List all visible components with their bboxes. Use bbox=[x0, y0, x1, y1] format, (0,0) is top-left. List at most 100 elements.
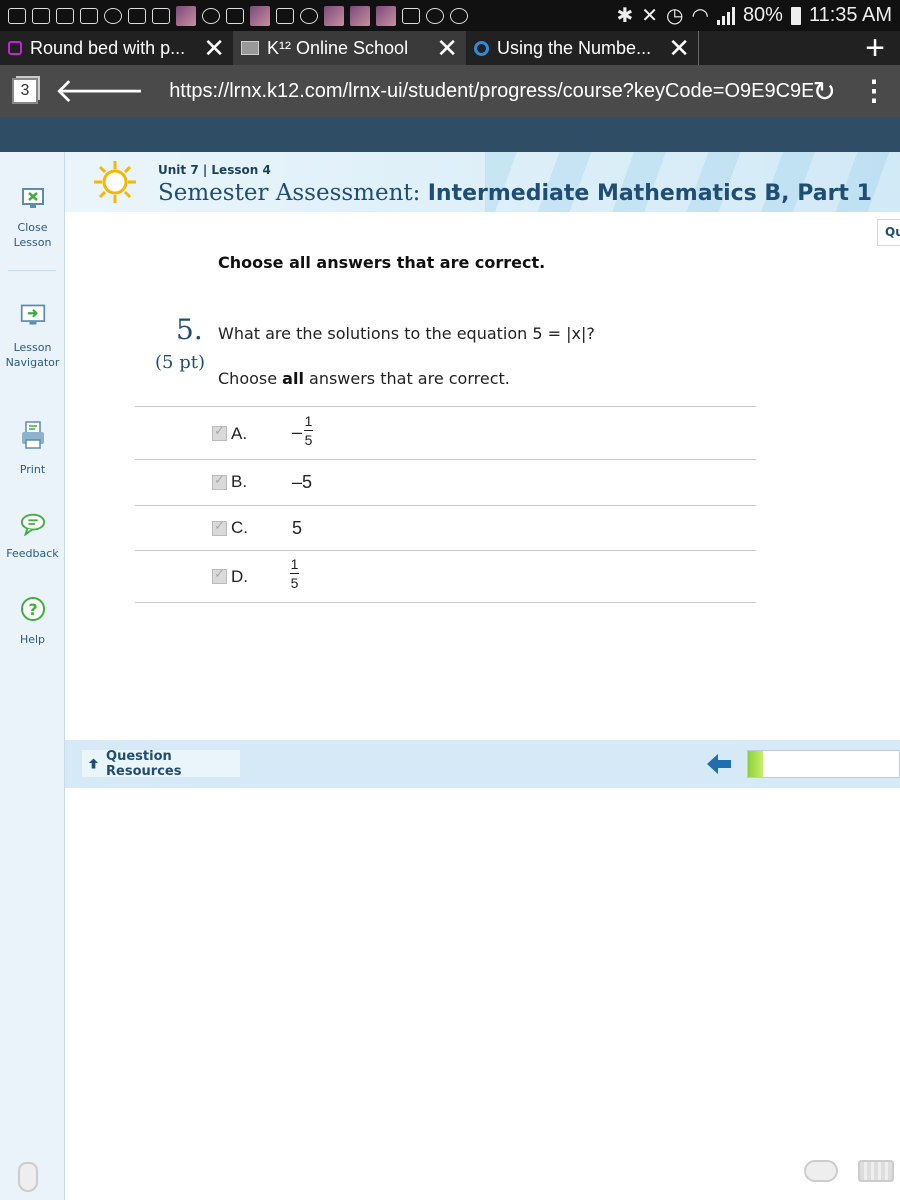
fraction-denominator: 5 bbox=[304, 432, 313, 448]
progress-fill bbox=[748, 751, 764, 777]
info-icon bbox=[426, 7, 444, 24]
gamepad-icon[interactable] bbox=[804, 1160, 838, 1182]
print-label: Print bbox=[19, 463, 46, 476]
fraction-bar bbox=[304, 430, 313, 431]
lesson-navigator-label-2: Navigator bbox=[5, 356, 60, 369]
app-icon bbox=[128, 7, 146, 24]
key-icon bbox=[226, 7, 244, 24]
side-panel-tab[interactable]: Qu bbox=[877, 219, 900, 246]
answer-choice-c[interactable]: C. 5 bbox=[135, 506, 756, 552]
photo-thumbnail-icon bbox=[176, 5, 196, 26]
photo-thumbnail-icon bbox=[250, 5, 270, 26]
tab-round-bed[interactable]: Round bed with p... ✕ bbox=[0, 31, 233, 65]
divider bbox=[8, 270, 56, 271]
tab-switcher-button[interactable]: 3 bbox=[12, 78, 38, 104]
image-icon bbox=[56, 7, 74, 24]
checkbox-c[interactable] bbox=[212, 519, 227, 536]
tab-title: Using the Numbe... bbox=[497, 37, 652, 58]
checkbox-a[interactable] bbox=[212, 424, 227, 441]
more-icon bbox=[8, 7, 26, 24]
answer-choice-a[interactable]: A. – 1 5 bbox=[135, 410, 756, 456]
signal-icon bbox=[716, 6, 735, 25]
photo-thumbnail-icon bbox=[376, 5, 396, 26]
print-button[interactable]: Print bbox=[0, 420, 65, 477]
wifi-icon: ◠ bbox=[691, 5, 709, 27]
tab-bar: Round bed with p... ✕ K¹² Online School … bbox=[0, 29, 900, 68]
answer-choice-b[interactable]: B. –5 bbox=[135, 460, 756, 506]
tab-title: K¹² Online School bbox=[267, 37, 409, 58]
close-lesson-icon bbox=[20, 188, 46, 210]
clock: 11:35 AM bbox=[808, 4, 892, 26]
tab-k12[interactable]: K¹² Online School ✕ bbox=[233, 31, 466, 65]
feedback-button[interactable]: Feedback bbox=[0, 512, 65, 561]
question-subinstruction: Choose all answers that are correct. bbox=[218, 369, 510, 388]
assessment-label: Semester Assessment: bbox=[158, 180, 421, 206]
sub-suffix: answers that are correct. bbox=[303, 369, 510, 388]
overflow-menu-icon[interactable]: ⋮ bbox=[860, 77, 888, 105]
question-points: (5 pt) bbox=[155, 352, 205, 373]
status-bar: ✱ ✕ ◷ ◠ 80% 11:35 AM bbox=[0, 0, 900, 31]
printer-icon bbox=[20, 420, 46, 450]
c-icon bbox=[450, 7, 468, 24]
divider bbox=[135, 550, 756, 551]
question-number: 5. bbox=[176, 313, 203, 346]
close-lesson-button[interactable]: Close Lesson bbox=[0, 188, 65, 250]
app-top-band bbox=[0, 117, 900, 152]
help-button[interactable]: ? Help bbox=[0, 596, 65, 647]
question-resources-button[interactable]: Question Resources bbox=[82, 748, 240, 779]
bluetooth-icon: ✱ bbox=[616, 5, 634, 27]
mouse-icon bbox=[18, 1162, 38, 1192]
fraction-numerator: 1 bbox=[290, 556, 299, 572]
question-resources-label: Question Resources bbox=[106, 748, 182, 779]
checkbox-d[interactable] bbox=[212, 567, 227, 584]
url-field[interactable]: https://lrnx.k12.com/lrnx-ui/student/pro… bbox=[169, 80, 812, 103]
close-tab-icon[interactable]: ✕ bbox=[436, 35, 458, 61]
close-lesson-label-1: Close bbox=[17, 221, 48, 234]
fraction-bar bbox=[290, 573, 299, 574]
choice-letter: A. bbox=[231, 424, 248, 443]
tab-favicon-icon bbox=[474, 40, 489, 56]
lesson-sidebar: Close Lesson Lesson Navigator Print Feed… bbox=[0, 152, 65, 1200]
tab-title: Round bed with p... bbox=[30, 37, 186, 58]
answer-choice-d[interactable]: D. 1 5 bbox=[135, 552, 756, 598]
mute-icon: ✕ bbox=[641, 5, 659, 27]
divider bbox=[135, 406, 756, 407]
choice-fraction: 1 5 bbox=[290, 557, 299, 590]
feedback-label: Feedback bbox=[6, 547, 59, 560]
choice-fraction: 1 5 bbox=[304, 414, 313, 447]
speech-bubble-icon bbox=[20, 512, 46, 536]
course-name: Intermediate Mathematics B, Part 1 bbox=[427, 181, 872, 206]
photo-thumbnail-icon bbox=[324, 5, 344, 26]
battery-icon bbox=[790, 6, 801, 25]
back-arrow-icon[interactable]: 🡐 bbox=[54, 74, 145, 108]
tab-using-the-number[interactable]: Using the Numbe... ✕ bbox=[466, 31, 699, 65]
checkbox-b[interactable] bbox=[212, 473, 227, 490]
lesson-header: Unit 7 | Lesson 4 Semester Assessment: I… bbox=[65, 152, 900, 212]
smiley-icon bbox=[104, 7, 122, 24]
new-tab-button[interactable]: + bbox=[850, 29, 900, 68]
fraction-denominator: 5 bbox=[290, 575, 299, 591]
battery-percent: 80% bbox=[742, 4, 783, 26]
notification-icons bbox=[8, 5, 617, 26]
choice-sign: – bbox=[292, 422, 303, 442]
sun-icon bbox=[94, 161, 136, 203]
system-status: ✱ ✕ ◷ ◠ 80% 11:35 AM bbox=[617, 3, 893, 28]
reload-icon[interactable]: ↻ bbox=[813, 75, 836, 108]
choice-letter: D. bbox=[231, 567, 248, 586]
system-overlay-icons bbox=[804, 1160, 894, 1182]
close-tab-icon[interactable]: ✕ bbox=[203, 35, 225, 61]
choice-letter: B. bbox=[231, 472, 248, 491]
lesson-navigator-button[interactable]: Lesson Navigator bbox=[0, 304, 65, 370]
question-text: What are the solutions to the equation 5… bbox=[218, 324, 595, 343]
previous-arrow-icon[interactable] bbox=[705, 752, 733, 776]
lesson-navigator-label-1: Lesson bbox=[13, 341, 52, 354]
choice-value: –5 bbox=[292, 472, 313, 492]
page-title: Semester Assessment: Intermediate Mathem… bbox=[158, 180, 872, 206]
tab-favicon-icon bbox=[241, 41, 259, 55]
close-lesson-label-2: Lesson bbox=[13, 236, 52, 249]
arrow-up-icon bbox=[88, 758, 99, 769]
question-footer: Question Resources bbox=[65, 740, 900, 788]
lesson-navigator-icon bbox=[20, 304, 46, 326]
close-tab-icon[interactable]: ✕ bbox=[668, 35, 690, 61]
keyboard-icon[interactable] bbox=[858, 1160, 894, 1182]
